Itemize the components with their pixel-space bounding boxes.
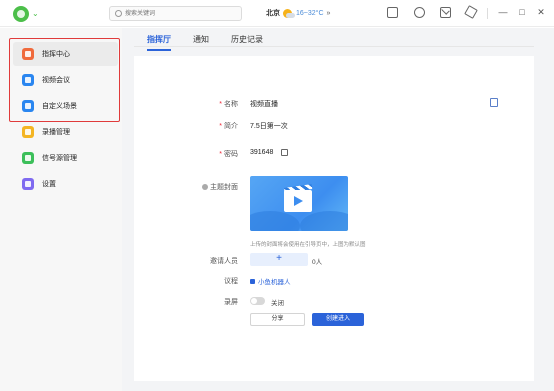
- settings-icon: [22, 178, 34, 190]
- search-icon: [115, 10, 122, 17]
- cube-icon[interactable]: [464, 5, 478, 19]
- sidebar-item-signal-source[interactable]: 信号源管理: [13, 146, 118, 170]
- app-logo-icon[interactable]: [13, 6, 29, 22]
- maximize-button[interactable]: □: [515, 5, 529, 20]
- invite-label: 邀请人员: [210, 258, 238, 265]
- copy-icon[interactable]: [281, 149, 288, 156]
- agenda-label: 议程: [224, 278, 238, 285]
- tab-bar: 指挥厅 通知 历史记录: [147, 34, 285, 51]
- name-value[interactable]: 视频直播: [250, 99, 278, 109]
- screen-share-icon[interactable]: [387, 7, 398, 18]
- tab-divider: [134, 46, 534, 47]
- mail-icon[interactable]: [440, 7, 451, 18]
- intro-value[interactable]: 7.5日第一次: [250, 121, 288, 131]
- top-bar: ⌄ 北京 16~32°C » — □ ✕: [0, 0, 554, 27]
- close-button[interactable]: ✕: [534, 5, 548, 20]
- cover-label: 主题封面: [178, 182, 238, 192]
- agenda-link[interactable]: 小鱼机器人: [250, 276, 291, 286]
- weather-more-icon[interactable]: »: [327, 10, 331, 17]
- highlight-box: [9, 38, 120, 122]
- weather-widget[interactable]: 北京 16~32°C »: [266, 8, 330, 18]
- sidebar-item-label: 信号源管理: [42, 155, 77, 162]
- robot-icon: [250, 279, 255, 284]
- create-enter-button[interactable]: 创建进入: [312, 313, 364, 326]
- sidebar-item-label: 录播管理: [42, 129, 70, 136]
- intro-label: * 简介: [219, 123, 238, 130]
- chevron-down-icon[interactable]: ⌄: [32, 9, 39, 18]
- tab-notice[interactable]: 通知: [193, 34, 209, 51]
- weather-city: 北京: [266, 10, 280, 17]
- tab-history[interactable]: 历史记录: [231, 34, 263, 51]
- cloud-icon[interactable]: [414, 7, 425, 18]
- cover-hill: [300, 211, 348, 231]
- minimize-button[interactable]: —: [496, 5, 510, 20]
- record-state: 关闭: [271, 300, 284, 307]
- play-icon: [294, 196, 303, 206]
- share-button[interactable]: 分享: [250, 313, 305, 326]
- invite-count: 0人: [312, 259, 323, 266]
- recording-icon: [22, 126, 34, 138]
- sidebar-item-settings[interactable]: 设置: [13, 172, 118, 196]
- cover-hint: 上传的封面将会使用在引导页中，上图为默认图: [250, 242, 366, 248]
- wifi-signal-icon: [22, 152, 34, 164]
- sidebar-item-label: 设置: [42, 181, 56, 188]
- cover-image[interactable]: [250, 176, 348, 231]
- add-invitee-button[interactable]: +: [250, 253, 308, 266]
- search-input[interactable]: [125, 8, 237, 19]
- name-label: * 名称: [219, 101, 238, 108]
- password-value: 391648: [250, 149, 274, 156]
- password-label: * 密码: [219, 151, 238, 158]
- record-toggle[interactable]: [250, 297, 265, 305]
- partly-cloudy-icon: [283, 8, 295, 18]
- search-box[interactable]: [109, 6, 242, 21]
- weather-temp: 16~32°C: [296, 9, 324, 17]
- toolbar-divider: [487, 8, 488, 19]
- cover-hill: [250, 211, 300, 231]
- record-label: 录屏: [224, 299, 238, 306]
- tab-command-hall[interactable]: 指挥厅: [147, 34, 171, 51]
- edit-icon[interactable]: [490, 98, 498, 107]
- info-icon: [202, 184, 208, 190]
- sidebar-item-recording[interactable]: 录播管理: [13, 120, 118, 144]
